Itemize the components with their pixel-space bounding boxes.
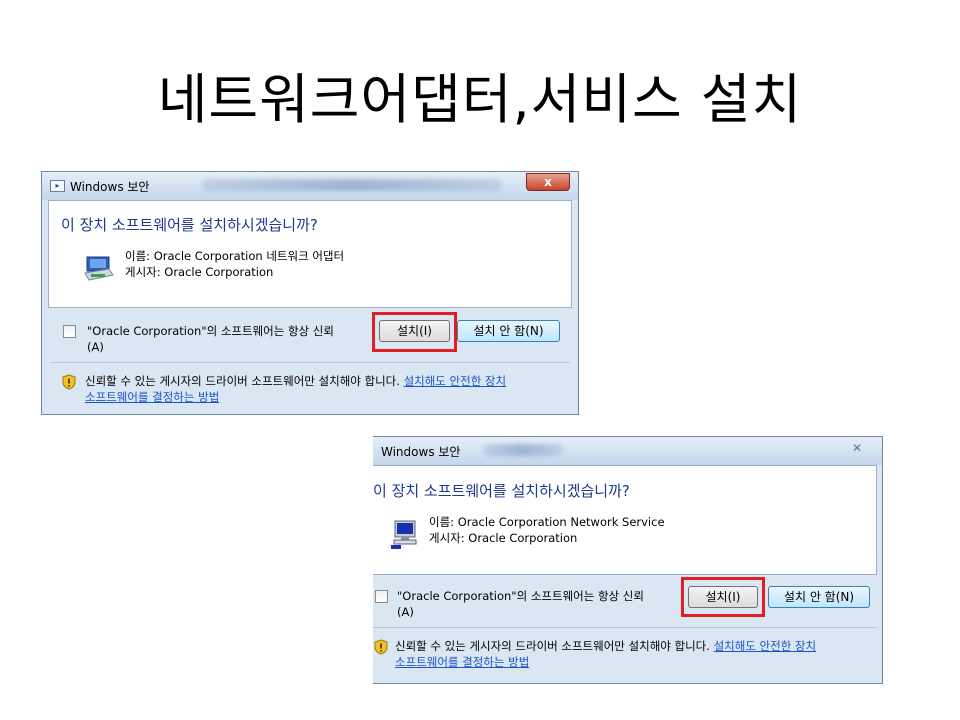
help-link-continued[interactable]: 소프트웨어를 결정하는 방법 [395, 655, 529, 669]
help-link[interactable]: 설치해도 안전한 장치 [714, 639, 817, 653]
slide-title: 네트워크어댑터,서비스 설치 [157, 68, 803, 131]
always-trust-label[interactable]: "Oracle Corporation"의 소프트웨어는 항상 신뢰 (A) [87, 323, 334, 355]
dont-install-button[interactable]: 설치 안 함(N) [457, 320, 560, 342]
device-publisher: 게시자: Oracle Corporation [429, 531, 578, 545]
device-name: 이름: Oracle Corporation 네트워크 어댑터 [125, 249, 345, 263]
dialog-content: 이 장치 소프트웨어를 설치하시겠습니까? 이름: Oracle Corpora… [48, 200, 572, 308]
shield-warning-icon [62, 374, 76, 390]
close-icon: ✕ [851, 441, 863, 455]
dont-install-button[interactable]: 설치 안 함(N) [768, 586, 870, 608]
security-dialog-service: Windows 보안 ✕ 이 장치 소프트웨어를 설치하시겠습니까? 이름: O… [373, 436, 883, 684]
network-service-icon [391, 520, 417, 549]
help-link-continued[interactable]: 소프트웨어를 결정하는 방법 [85, 390, 219, 404]
device-name: 이름: Oracle Corporation Network Service [429, 515, 665, 529]
install-button[interactable]: 설치(I) [688, 586, 758, 608]
device-publisher: 게시자: Oracle Corporation [125, 265, 274, 279]
warning-message: 신뢰할 수 있는 게시자의 드라이버 소프트웨어만 설치해야 합니다. 설치해도… [85, 374, 507, 404]
help-link[interactable]: 설치해도 안전한 장치 [404, 374, 507, 388]
close-button[interactable]: x [526, 173, 570, 191]
dialog-titlebar[interactable]: Windows 보안 ✕ [373, 437, 882, 465]
divider [373, 627, 877, 628]
warning-message: 신뢰할 수 있는 게시자의 드라이버 소프트웨어만 설치해야 합니다. 설치해도… [395, 639, 817, 669]
close-button[interactable]: ✕ [835, 440, 879, 458]
window-app-icon: ▸ [50, 180, 65, 192]
always-trust-label[interactable]: "Oracle Corporation"의 소프트웨어는 항상 신뢰 (A) [397, 588, 644, 620]
divider [50, 362, 570, 363]
install-question: 이 장치 소프트웨어를 설치하시겠습니까? [373, 482, 630, 500]
blurred-title-area [202, 179, 502, 191]
network-adapter-icon [84, 256, 114, 281]
window-title: Windows 보안 [70, 180, 150, 194]
dialog-titlebar[interactable]: ▸ Windows 보안 x [42, 172, 578, 200]
dialog-content: 이 장치 소프트웨어를 설치하시겠습니까? 이름: Oracle Corpora… [373, 465, 877, 575]
always-trust-checkbox[interactable] [63, 325, 76, 338]
always-trust-checkbox[interactable] [375, 590, 388, 603]
window-title: Windows 보안 [381, 445, 461, 459]
security-dialog-adapter: ▸ Windows 보안 x 이 장치 소프트웨어를 설치하시겠습니까? 이름:… [41, 171, 579, 415]
shield-warning-icon [374, 639, 388, 655]
close-icon: x [544, 175, 552, 189]
install-button[interactable]: 설치(I) [379, 320, 450, 342]
blurred-title-area [483, 444, 563, 456]
install-question: 이 장치 소프트웨어를 설치하시겠습니까? [61, 216, 318, 234]
